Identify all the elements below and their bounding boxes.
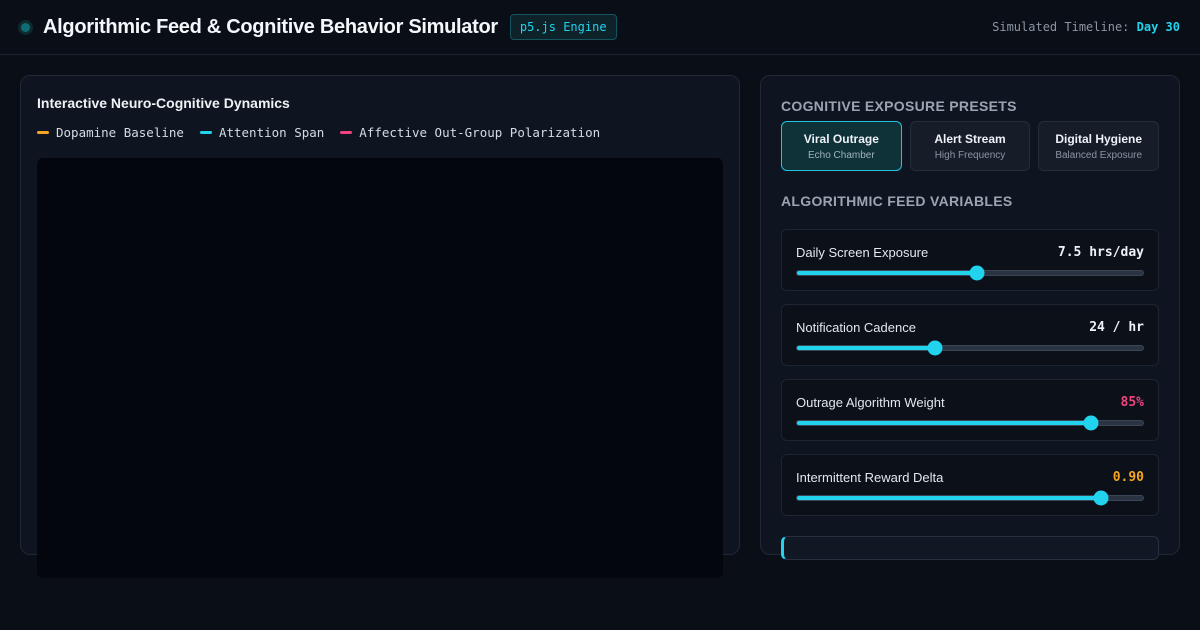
legend-label-attention: Attention Span [218,125,325,140]
variable-card-reward-delta: Intermittent Reward Delta 0.90 [781,454,1159,516]
screen-exposure-slider[interactable] [796,265,1144,281]
preset-subtitle: Echo Chamber [807,149,875,161]
variable-label: Notification Cadence [796,320,916,335]
slider-thumb[interactable] [969,265,985,281]
variable-label: Daily Screen Exposure [796,245,929,260]
preset-viral-outrage-button[interactable]: Viral Outrage Echo Chamber [781,121,902,171]
variable-label: Outrage Algorithm Weight [796,395,945,410]
slider-thumb[interactable] [1083,415,1099,431]
legend-swatch-polarization [340,131,353,134]
variable-card-screen-exposure: Daily Screen Exposure 7.5 hrs/day [781,229,1159,291]
preset-name: Digital Hygiene [1055,131,1143,146]
presets-heading: COGNITIVE EXPOSURE PRESETS [781,98,1017,114]
status-strip [781,536,1159,560]
engine-badge: p5.js Engine [509,14,617,40]
preset-subtitle: High Frequency [934,149,1006,161]
slider-fill [797,271,977,275]
reward-delta-slider[interactable] [796,490,1144,506]
legend-item-dopamine: Dopamine Baseline [37,125,184,140]
variable-card-notification-cadence: Notification Cadence 24 / hr [781,304,1159,366]
notification-cadence-slider[interactable] [796,340,1144,356]
legend-item-attention: Attention Span [199,125,325,140]
controls-panel: COGNITIVE EXPOSURE PRESETS Viral Outrage… [760,75,1180,560]
variable-value: 24 / hr [1089,320,1144,335]
legend-swatch-dopamine [37,131,49,134]
legend-swatch-attention [199,131,212,134]
preset-alert-stream-button[interactable]: Alert Stream High Frequency [909,121,1031,171]
legend-label-dopamine: Dopamine Baseline [56,125,184,140]
timeline-label: Simulated Timeline: [992,20,1130,34]
preset-group: Viral Outrage Echo Chamber Alert Stream … [781,121,1160,171]
preset-name: Viral Outrage [803,131,879,146]
slider-fill [797,346,936,350]
variable-value: 7.5 hrs/day [1057,245,1144,260]
legend-label-polarization: Affective Out-Group Polarization [359,125,601,140]
variable-label: Intermittent Reward Delta [796,470,944,485]
preset-digital-hygiene-button[interactable]: Digital Hygiene Balanced Exposure [1038,121,1160,171]
dynamics-panel: Interactive Neuro-Cognitive Dynamics Dop… [20,75,740,578]
panel-title: Interactive Neuro-Cognitive Dynamics [37,95,290,111]
legend-item-polarization: Affective Out-Group Polarization [340,125,600,140]
simulation-canvas[interactable] [37,158,723,578]
variables-list: Daily Screen Exposure 7.5 hrs/day Notifi… [781,229,1159,516]
status-indicator-icon [21,22,30,32]
slider-fill [797,496,1102,500]
preset-name: Alert Stream [934,131,1006,146]
variable-value: 85% [1120,395,1144,410]
variable-card-outrage-weight: Outrage Algorithm Weight 85% [781,379,1159,441]
variables-heading: ALGORITHMIC FEED VARIABLES [781,193,1013,209]
app-title: Algorithmic Feed & Cognitive Behavior Si… [43,15,498,38]
slider-thumb[interactable] [1093,490,1109,506]
outrage-weight-slider[interactable] [796,415,1144,431]
chart-legend: Dopamine Baseline Attention Span Affecti… [37,125,723,140]
timeline-day: Day 30 [1136,20,1180,34]
preset-subtitle: Balanced Exposure [1055,149,1143,161]
simulated-timeline: Simulated Timeline: Day 30 [992,20,1180,34]
slider-thumb[interactable] [927,340,943,356]
app-header: Algorithmic Feed & Cognitive Behavior Si… [0,0,1200,55]
slider-fill [797,421,1092,425]
variable-value: 0.90 [1112,470,1144,485]
